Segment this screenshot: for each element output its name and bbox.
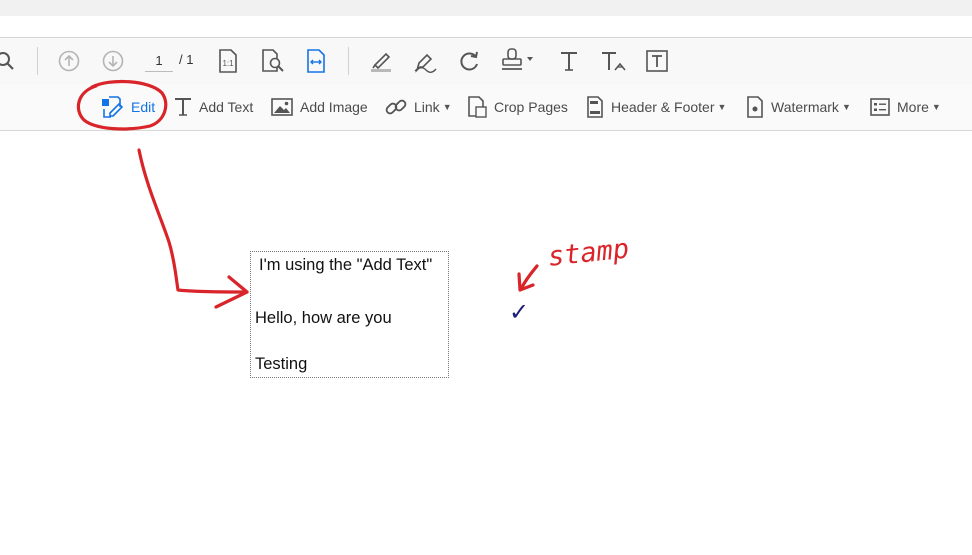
text-icon [175,98,191,116]
chevron-down-icon: ▼ [442,102,452,112]
checkmark-stamp[interactable]: ✓ [509,298,529,326]
page-total: / 1 [179,52,194,67]
crop-icon [468,96,487,118]
link-icon [385,99,407,115]
page-number-input[interactable] [145,49,173,72]
header-footer-icon [587,96,603,118]
more-label: More [897,99,929,115]
text-box-icon[interactable] [645,49,669,73]
toolbar-separator [37,47,38,75]
add-image-button[interactable]: Add Image [271,84,368,130]
svg-text:1:1: 1:1 [222,59,234,68]
crop-pages-button[interactable]: Crop Pages [467,84,568,130]
rotate-icon[interactable] [457,49,481,73]
document-text-line[interactable]: Testing [255,355,307,374]
highlighter-icon[interactable] [369,49,393,73]
add-text-label: Add Text [199,99,254,115]
edit-pdf-toolbar: Edit Add Text Add Image Link ▼ Crop Page… [0,84,972,131]
actual-size-icon[interactable]: 1:1 [218,49,238,73]
text-tool-icon[interactable] [558,50,580,72]
edit-icon [102,96,124,118]
header-footer-label: Header & Footer [611,99,715,115]
text-callout-icon[interactable] [600,50,628,74]
link-label: Link [414,99,440,115]
page-search-icon[interactable] [261,49,285,73]
chevron-down-icon: ▼ [717,102,727,112]
edit-label: Edit [131,99,156,115]
stamp-annotation-label: stamp [546,233,630,272]
fit-width-icon[interactable] [306,49,326,73]
watermark-dropdown[interactable]: Watermark ▼ [746,84,851,130]
header-footer-dropdown[interactable]: Header & Footer ▼ [586,84,726,130]
toolbar-separator [348,47,349,75]
edit-button[interactable]: Edit [100,84,155,130]
document-text-line[interactable]: I'm using the "Add Text" [259,256,432,275]
window-top-strip [0,0,972,16]
previous-page-icon[interactable] [58,50,80,72]
annotation-arrow [137,148,249,294]
link-dropdown[interactable]: Link ▼ [385,84,452,130]
chevron-down-icon: ▼ [841,102,851,112]
watermark-label: Watermark [771,99,839,115]
main-toolbar: / 1 1:1 [0,37,972,85]
crop-pages-label: Crop Pages [494,99,568,115]
watermark-icon [747,96,763,118]
add-image-label: Add Image [300,99,368,115]
stamp-icon[interactable] [501,47,535,73]
image-icon [271,98,293,116]
stamp-pointer-arrow-head [517,272,535,292]
zoom-search-icon[interactable] [0,51,16,71]
annotation-arrow-head [214,275,249,309]
add-text-button[interactable]: Add Text [174,84,253,130]
stamp-pointer-arrow [519,264,539,291]
document-text-line[interactable]: Hello, how are you [255,309,392,328]
next-page-icon[interactable] [102,50,124,72]
chevron-down-icon: ▼ [931,102,941,112]
more-dropdown[interactable]: More ▼ [870,84,941,130]
more-icon [870,98,890,116]
draw-pen-icon[interactable] [412,49,438,73]
